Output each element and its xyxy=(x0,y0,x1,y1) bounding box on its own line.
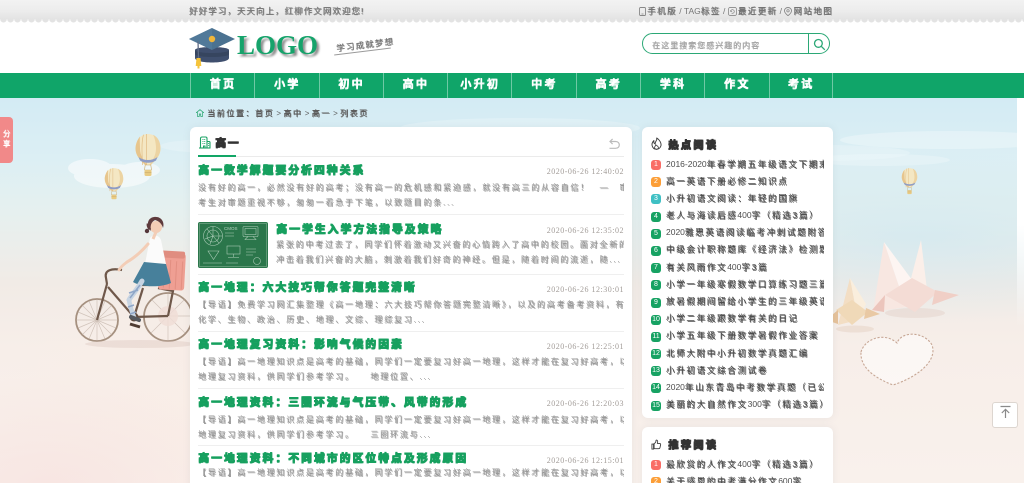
svg-text:CMOS: CMOS xyxy=(224,226,238,231)
